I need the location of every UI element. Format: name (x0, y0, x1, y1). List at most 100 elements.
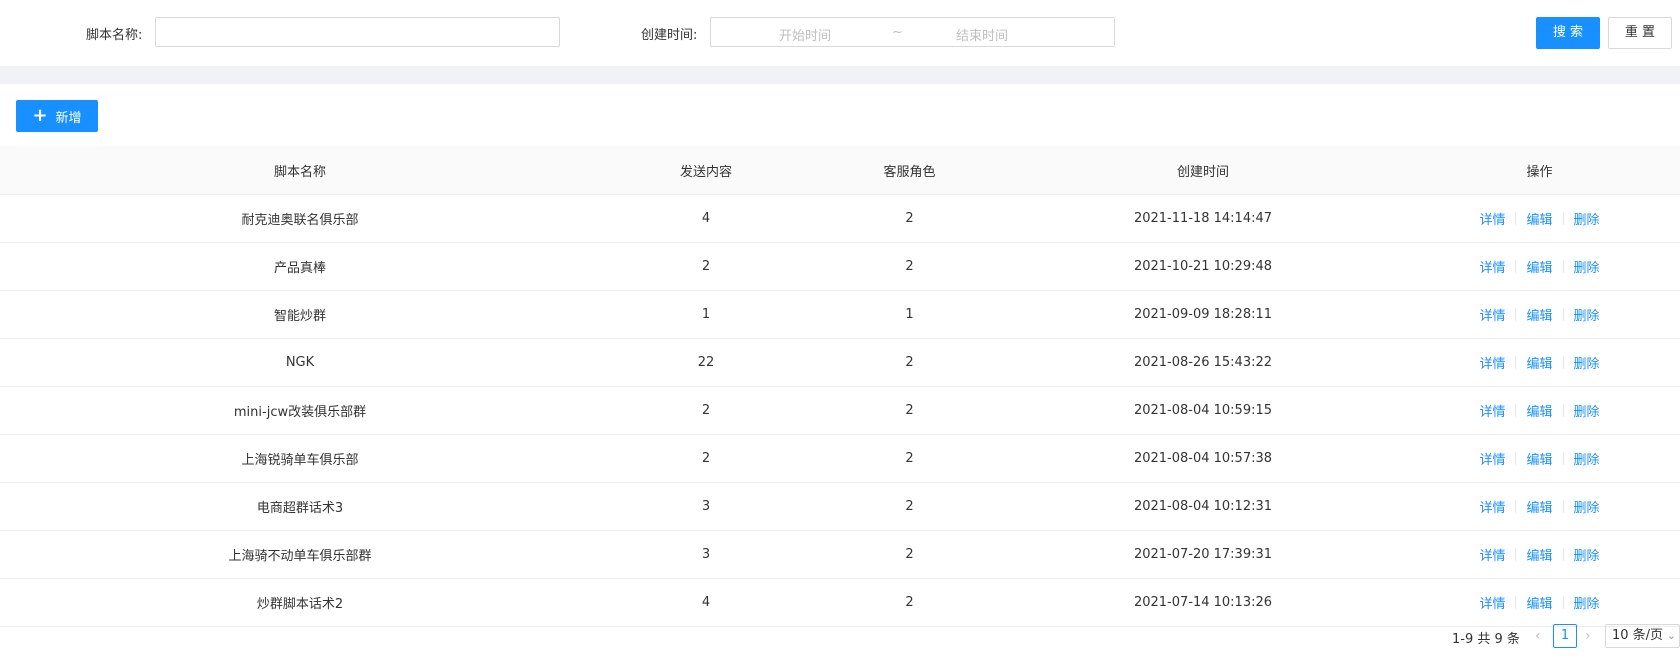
edit-link[interactable]: 编辑 (1526, 401, 1552, 420)
detail-link[interactable]: 详情 (1479, 257, 1505, 276)
cell-created-time: 2021-07-20 17:39:31 (1007, 530, 1399, 579)
cell-content-count: 4 (600, 194, 812, 243)
table-row: 电商超群话术3 3 2 2021-08-04 10:12:31 详情 编辑 删除 (0, 482, 1680, 531)
edit-link[interactable]: 编辑 (1526, 257, 1552, 276)
column-header-role: 客服角色 (812, 146, 1007, 195)
cell-actions: 详情 编辑 删除 (1399, 434, 1680, 483)
edit-link[interactable]: 编辑 (1526, 305, 1552, 324)
cell-content-count: 4 (600, 578, 812, 627)
script-name-input[interactable] (155, 17, 560, 47)
prev-page-icon[interactable]: ‹ (1535, 628, 1541, 644)
delete-link[interactable]: 删除 (1574, 449, 1600, 468)
delete-link[interactable]: 删除 (1574, 593, 1600, 612)
add-button-label: 新增 (55, 110, 82, 126)
delete-link[interactable]: 删除 (1574, 305, 1600, 324)
delete-link[interactable]: 删除 (1574, 545, 1600, 564)
detail-link[interactable]: 详情 (1479, 497, 1505, 516)
page-number-1[interactable]: 1 (1553, 624, 1577, 648)
cell-created-time: 2021-10-21 10:29:48 (1007, 242, 1399, 291)
row-actions: 详情 编辑 删除 (1400, 353, 1679, 372)
edit-link[interactable]: 编辑 (1526, 209, 1552, 228)
filter-bar: 脚本名称: 创建时间: 开始时间 ~ 结束时间 搜 索 重 置 (0, 0, 1680, 66)
delete-link[interactable]: 删除 (1574, 353, 1600, 372)
end-time-input[interactable]: 结束时间 (956, 25, 1008, 44)
cell-script-name: 上海骑不动单车俱乐部群 (0, 530, 600, 579)
column-header-content: 发送内容 (600, 146, 812, 195)
cell-created-time: 2021-08-04 10:12:31 (1007, 482, 1399, 531)
created-time-range-picker[interactable]: 开始时间 ~ 结束时间 (710, 17, 1115, 47)
delete-link[interactable]: 删除 (1574, 401, 1600, 420)
row-actions: 详情 编辑 删除 (1400, 545, 1679, 564)
page-size-select[interactable]: 10 条/页 ⌄ (1605, 624, 1680, 648)
action-divider (1562, 452, 1564, 465)
action-divider (1562, 260, 1564, 273)
cell-role-count: 2 (812, 578, 1007, 627)
cell-created-time: 2021-08-04 10:57:38 (1007, 434, 1399, 483)
action-divider (1562, 548, 1564, 561)
cell-content-count: 2 (600, 242, 812, 291)
cell-actions: 详情 编辑 删除 (1399, 386, 1680, 435)
chevron-down-icon: ⌄ (1666, 629, 1676, 642)
cell-script-name: 产品真棒 (0, 242, 600, 291)
cell-role-count: 2 (812, 530, 1007, 579)
table-row: 耐克迪奥联名俱乐部 4 2 2021-11-18 14:14:47 详情 编辑 删除 (0, 194, 1680, 243)
detail-link[interactable]: 详情 (1479, 593, 1505, 612)
cell-actions: 详情 编辑 删除 (1399, 482, 1680, 531)
cell-actions: 详情 编辑 删除 (1399, 242, 1680, 291)
cell-script-name: 耐克迪奥联名俱乐部 (0, 194, 600, 243)
action-divider (1562, 596, 1564, 609)
detail-link[interactable]: 详情 (1479, 353, 1505, 372)
cell-role-count: 2 (812, 386, 1007, 435)
cell-content-count: 3 (600, 482, 812, 531)
detail-link[interactable]: 详情 (1479, 449, 1505, 468)
table-row: mini-jcw改装俱乐部群 2 2 2021-08-04 10:59:15 详情 编辑删… (0, 386, 1680, 435)
next-page-icon[interactable]: › (1585, 628, 1591, 644)
row-actions: 详情 编辑 删除 (1400, 497, 1679, 516)
cell-created-time: 2021-08-26 15:43:22 (1007, 338, 1399, 387)
cell-script-name: 炒群脚本话术2 (0, 578, 600, 627)
delete-link[interactable]: 删除 (1574, 497, 1600, 516)
row-actions: 详情 编辑 删除 (1400, 449, 1679, 468)
action-divider (1562, 500, 1564, 513)
pagination-total: 1-9 共 9 条 (1452, 632, 1520, 647)
edit-link[interactable]: 编辑 (1526, 353, 1552, 372)
cell-role-count: 2 (812, 482, 1007, 531)
cell-actions: 详情 编辑 删除 (1399, 578, 1680, 627)
cell-role-count: 2 (812, 434, 1007, 483)
add-button[interactable]: + 新增 (16, 100, 98, 132)
cell-script-name: 上海锐骑单车俱乐部 (0, 434, 600, 483)
cell-content-count: 22 (600, 338, 812, 387)
action-divider (1515, 356, 1517, 369)
cell-created-time: 2021-11-18 14:14:47 (1007, 194, 1399, 243)
cell-role-count: 2 (812, 242, 1007, 291)
detail-link[interactable]: 详情 (1479, 401, 1505, 420)
cell-script-name: 电商超群话术3 (0, 482, 600, 531)
detail-link[interactable]: 详情 (1479, 545, 1505, 564)
table-row: 上海骑不动单车俱乐部群 3 2 2021-07-20 17:39:31 详情 编辑 删除 (0, 530, 1680, 579)
table-row: 炒群脚本话术2 4 2 2021-07-14 10:13:26 详情 编辑 删除 (0, 578, 1680, 627)
edit-link[interactable]: 编辑 (1526, 545, 1552, 564)
start-time-input[interactable]: 开始时间 (779, 25, 831, 44)
table-row: 智能炒群 1 1 2021-09-09 18:28:11 详情 编辑 删除 (0, 290, 1680, 339)
edit-link[interactable]: 编辑 (1526, 449, 1552, 468)
detail-link[interactable]: 详情 (1479, 305, 1505, 324)
reset-button[interactable]: 重 置 (1608, 17, 1672, 49)
action-divider (1562, 308, 1564, 321)
edit-link[interactable]: 编辑 (1526, 497, 1552, 516)
detail-link[interactable]: 详情 (1479, 209, 1505, 228)
row-actions: 详情 编辑 删除 (1400, 209, 1679, 228)
delete-link[interactable]: 删除 (1574, 209, 1600, 228)
action-divider (1515, 308, 1517, 321)
table-row: 上海锐骑单车俱乐部 2 2 2021-08-04 10:57:38 详情 编辑 删除 (0, 434, 1680, 483)
search-button[interactable]: 搜 索 (1536, 17, 1600, 49)
cell-created-time: 2021-09-09 18:28:11 (1007, 290, 1399, 339)
column-header-actions: 操作 (1399, 146, 1680, 195)
delete-link[interactable]: 删除 (1574, 257, 1600, 276)
cell-actions: 详情 编辑 删除 (1399, 290, 1680, 339)
script-name-label: 脚本名称: (86, 28, 143, 43)
cell-content-count: 2 (600, 434, 812, 483)
edit-link[interactable]: 编辑 (1526, 593, 1552, 612)
table-body: 耐克迪奥联名俱乐部 4 2 2021-11-18 14:14:47 详情 编辑 删除 产品真棒… (0, 194, 1680, 627)
cell-role-count: 2 (812, 338, 1007, 387)
row-actions: 详情 编辑 删除 (1400, 305, 1679, 324)
